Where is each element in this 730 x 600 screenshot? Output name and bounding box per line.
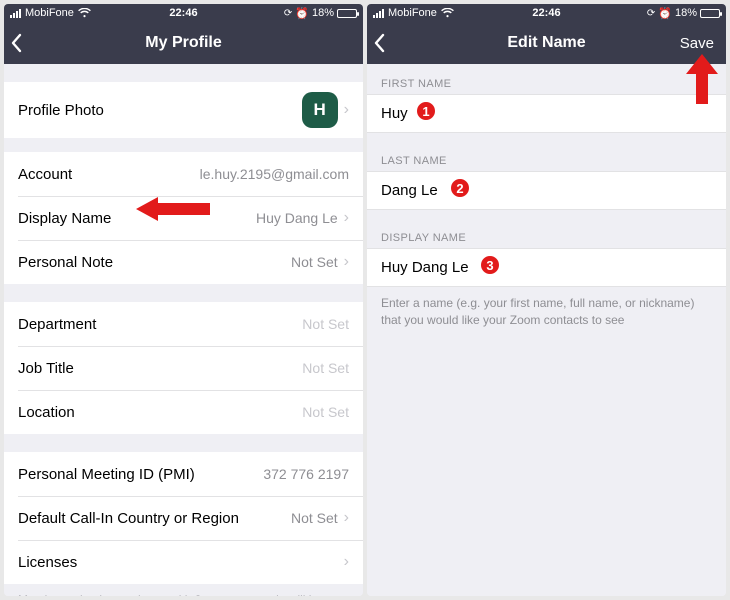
avatar: H [302, 92, 338, 128]
row-value: Huy Dang Le [256, 210, 338, 226]
row-label: Location [18, 404, 75, 421]
battery-icon [700, 9, 720, 18]
edit-name-content: FIRST NAME 1 LAST NAME 2 DISPLAY NAME 3 … [367, 64, 726, 596]
licenses-footer-note: Meetings a basic user hosts with 3 or mo… [4, 584, 363, 596]
signal-icon [10, 9, 21, 18]
nav-title: My Profile [145, 34, 221, 52]
row-label: Display Name [18, 210, 111, 227]
carrier-label: MobiFone [388, 7, 437, 19]
battery-pct: 18% [312, 7, 334, 19]
row-label: Department [18, 316, 96, 333]
annotation-dot-2: 2 [449, 177, 471, 199]
first-name-header: FIRST NAME [367, 64, 726, 94]
back-button[interactable] [10, 22, 40, 64]
signal-icon [373, 9, 384, 18]
row-label: Personal Meeting ID (PMI) [18, 466, 195, 483]
row-pmi[interactable]: Personal Meeting ID (PMI) 372 776 2197 [4, 452, 363, 496]
chevron-right-icon: › [344, 209, 349, 227]
wifi-icon [441, 8, 454, 18]
nav-bar: Edit Name Save [367, 22, 726, 64]
annotation-dot-1: 1 [415, 100, 437, 122]
last-name-header: LAST NAME [367, 133, 726, 171]
alarm-icon: ⏰ [658, 7, 672, 20]
row-label: Profile Photo [18, 102, 104, 119]
lock-icon: ⟳ [647, 8, 655, 19]
row-value: Not Set [302, 404, 349, 420]
status-bar: MobiFone 22:46 ⟳ ⏰ 18% [4, 4, 363, 22]
battery-icon [337, 9, 357, 18]
chevron-right-icon: › [344, 253, 349, 271]
display-name-input[interactable] [367, 248, 726, 287]
wifi-icon [78, 8, 91, 18]
chevron-right-icon: › [344, 509, 349, 527]
annotation-arrow-display-name [132, 195, 212, 223]
annotation-dot-3: 3 [479, 254, 501, 276]
row-account[interactable]: Account le.huy.2195@gmail.com [4, 152, 363, 196]
row-label: Default Call-In Country or Region [18, 510, 239, 527]
display-name-helper: Enter a name (e.g. your first name, full… [367, 287, 726, 329]
row-value: Not Set [291, 510, 338, 526]
chevron-right-icon: › [344, 553, 349, 571]
row-location[interactable]: Location Not Set [4, 390, 363, 434]
status-bar: MobiFone 22:46 ⟳ ⏰ 18% [367, 4, 726, 22]
row-personal-note[interactable]: Personal Note Not Set › [4, 240, 363, 284]
row-job-title[interactable]: Job Title Not Set [4, 346, 363, 390]
row-department[interactable]: Department Not Set [4, 302, 363, 346]
my-profile-content: Profile Photo H › Account le.huy.2195@gm… [4, 64, 363, 596]
last-name-input[interactable] [367, 171, 726, 210]
chevron-right-icon: › [344, 101, 349, 119]
back-button[interactable] [373, 22, 403, 64]
row-profile-photo[interactable]: Profile Photo H › [4, 82, 363, 138]
row-value: Not Set [291, 254, 338, 270]
lock-icon: ⟳ [284, 8, 292, 19]
row-label: Account [18, 166, 72, 183]
display-name-header: DISPLAY NAME [367, 210, 726, 248]
annotation-arrow-save [680, 52, 720, 104]
row-label: Licenses [18, 554, 77, 571]
row-label: Personal Note [18, 254, 113, 271]
row-label: Job Title [18, 360, 74, 377]
alarm-icon: ⏰ [295, 7, 309, 20]
battery-pct: 18% [675, 7, 697, 19]
row-value: 372 776 2197 [263, 466, 349, 482]
phone-my-profile: MobiFone 22:46 ⟳ ⏰ 18% My Profile [4, 4, 363, 596]
row-value: Not Set [302, 316, 349, 332]
row-value: le.huy.2195@gmail.com [200, 166, 349, 182]
nav-title: Edit Name [507, 34, 585, 52]
row-value: Not Set [302, 360, 349, 376]
carrier-label: MobiFone [25, 7, 74, 19]
row-licenses[interactable]: Licenses › [4, 540, 363, 584]
nav-bar: My Profile [4, 22, 363, 64]
phone-edit-name: MobiFone 22:46 ⟳ ⏰ 18% Edit Name Save FI… [367, 4, 726, 596]
row-callin[interactable]: Default Call-In Country or Region Not Se… [4, 496, 363, 540]
